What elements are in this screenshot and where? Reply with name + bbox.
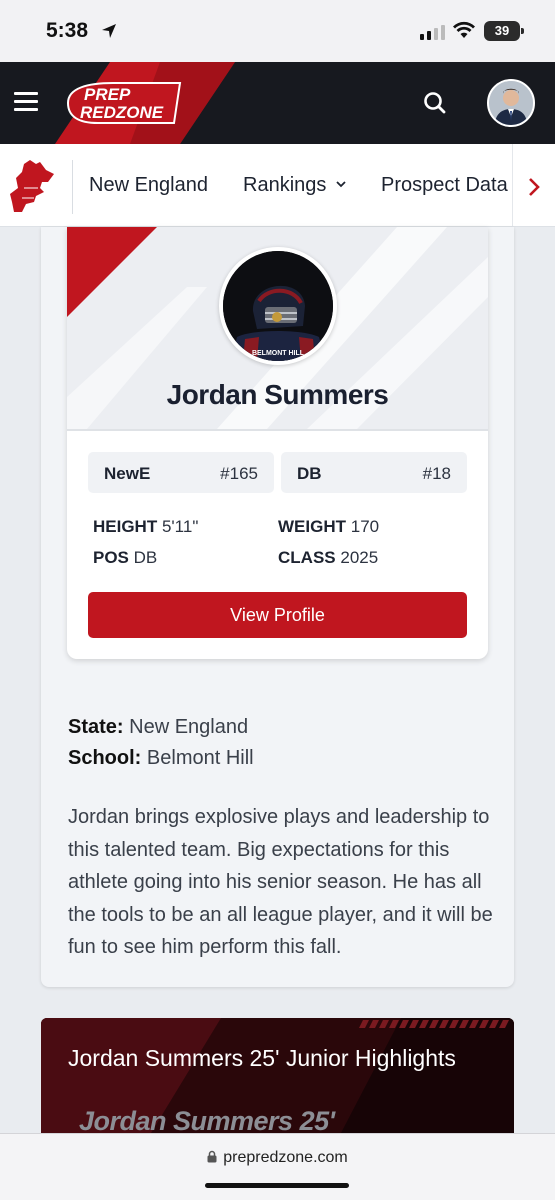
player-profile-card: BELMONT HILL Jordan Summers NewE #165 DB…: [67, 227, 488, 659]
rank-label: DB: [297, 464, 322, 483]
prep-redzone-logo[interactable]: PREP REDZONE: [58, 80, 182, 126]
info-school: School: Belmont Hill: [68, 747, 254, 770]
svg-text:PREP: PREP: [84, 85, 131, 104]
stat-label: CLASS: [278, 548, 336, 567]
info-value: Belmont Hill: [146, 747, 254, 769]
stat-weight: WEIGHT 170: [278, 517, 379, 537]
region-subnav: New England Rankings Prospect Data: [0, 144, 555, 227]
nav-rankings-label: Rankings: [243, 174, 327, 196]
player-photo: BELMONT HILL: [219, 247, 337, 365]
stat-label: HEIGHT: [93, 517, 158, 536]
stat-label: POS: [93, 548, 129, 567]
video-thumbnail-text: Jordan Summers 25': [79, 1106, 335, 1133]
url-domain: prepredzone.com: [223, 1149, 348, 1166]
stat-label: WEIGHT: [278, 517, 346, 536]
location-arrow-icon: [102, 24, 116, 38]
chevron-right-icon[interactable]: [527, 177, 541, 197]
view-profile-button[interactable]: View Profile: [88, 592, 467, 638]
stat-value: DB: [133, 548, 158, 567]
info-value: New England: [129, 716, 249, 738]
lock-icon: [207, 1150, 217, 1163]
status-time: 5:38: [46, 19, 89, 42]
nav-prospect-data[interactable]: Prospect Data: [381, 174, 513, 197]
position-rank-badge[interactable]: DB #18: [281, 452, 467, 493]
new-england-map-icon[interactable]: [8, 158, 56, 214]
rank-label: NewE: [104, 464, 151, 483]
home-indicator[interactable]: [205, 1183, 349, 1188]
stat-class: CLASS 2025: [278, 548, 378, 568]
nav-new-england[interactable]: New England: [89, 174, 208, 197]
svg-text:REDZONE: REDZONE: [80, 103, 164, 122]
info-label: School:: [68, 747, 142, 769]
banner-divider: [67, 429, 488, 431]
info-state: State: New England: [68, 716, 248, 739]
battery-icon: 39: [484, 21, 524, 41]
stat-value: 5'11": [161, 517, 199, 536]
highlight-video-card[interactable]: Jordan Summers 25' Junior Highlights Jor…: [41, 1018, 514, 1133]
stat-value: 2025: [340, 548, 379, 567]
wifi-icon: [453, 21, 475, 38]
status-bar: 5:38 39: [0, 0, 555, 62]
region-rank-badge[interactable]: NewE #165: [88, 452, 274, 493]
info-label: State:: [68, 716, 124, 738]
cellular-signal-icon: [420, 25, 445, 40]
site-header: PREP REDZONE: [0, 62, 555, 144]
stat-value: 170: [350, 517, 380, 536]
rank-value: #165: [220, 464, 258, 483]
search-icon[interactable]: [422, 90, 448, 116]
profile-banner: BELMONT HILL Jordan Summers: [67, 227, 488, 429]
stat-position: POS DB: [93, 548, 157, 568]
subnav-divider: [72, 160, 73, 214]
browser-url-bar[interactable]: prepredzone.com: [0, 1133, 555, 1200]
url-display[interactable]: prepredzone.com: [0, 1149, 555, 1167]
photo-caption: BELMONT HILL: [252, 350, 305, 357]
chevron-down-icon: [336, 181, 346, 188]
nav-rankings[interactable]: Rankings: [243, 174, 346, 197]
player-name: Jordan Summers: [166, 379, 389, 410]
stat-height: HEIGHT 5'11": [93, 517, 198, 537]
user-avatar[interactable]: [487, 79, 535, 127]
player-bio: Jordan brings explosive plays and leader…: [68, 806, 493, 958]
video-title[interactable]: Jordan Summers 25' Junior Highlights: [68, 1045, 488, 1072]
menu-icon[interactable]: [14, 92, 38, 112]
rank-value: #18: [422, 464, 451, 483]
